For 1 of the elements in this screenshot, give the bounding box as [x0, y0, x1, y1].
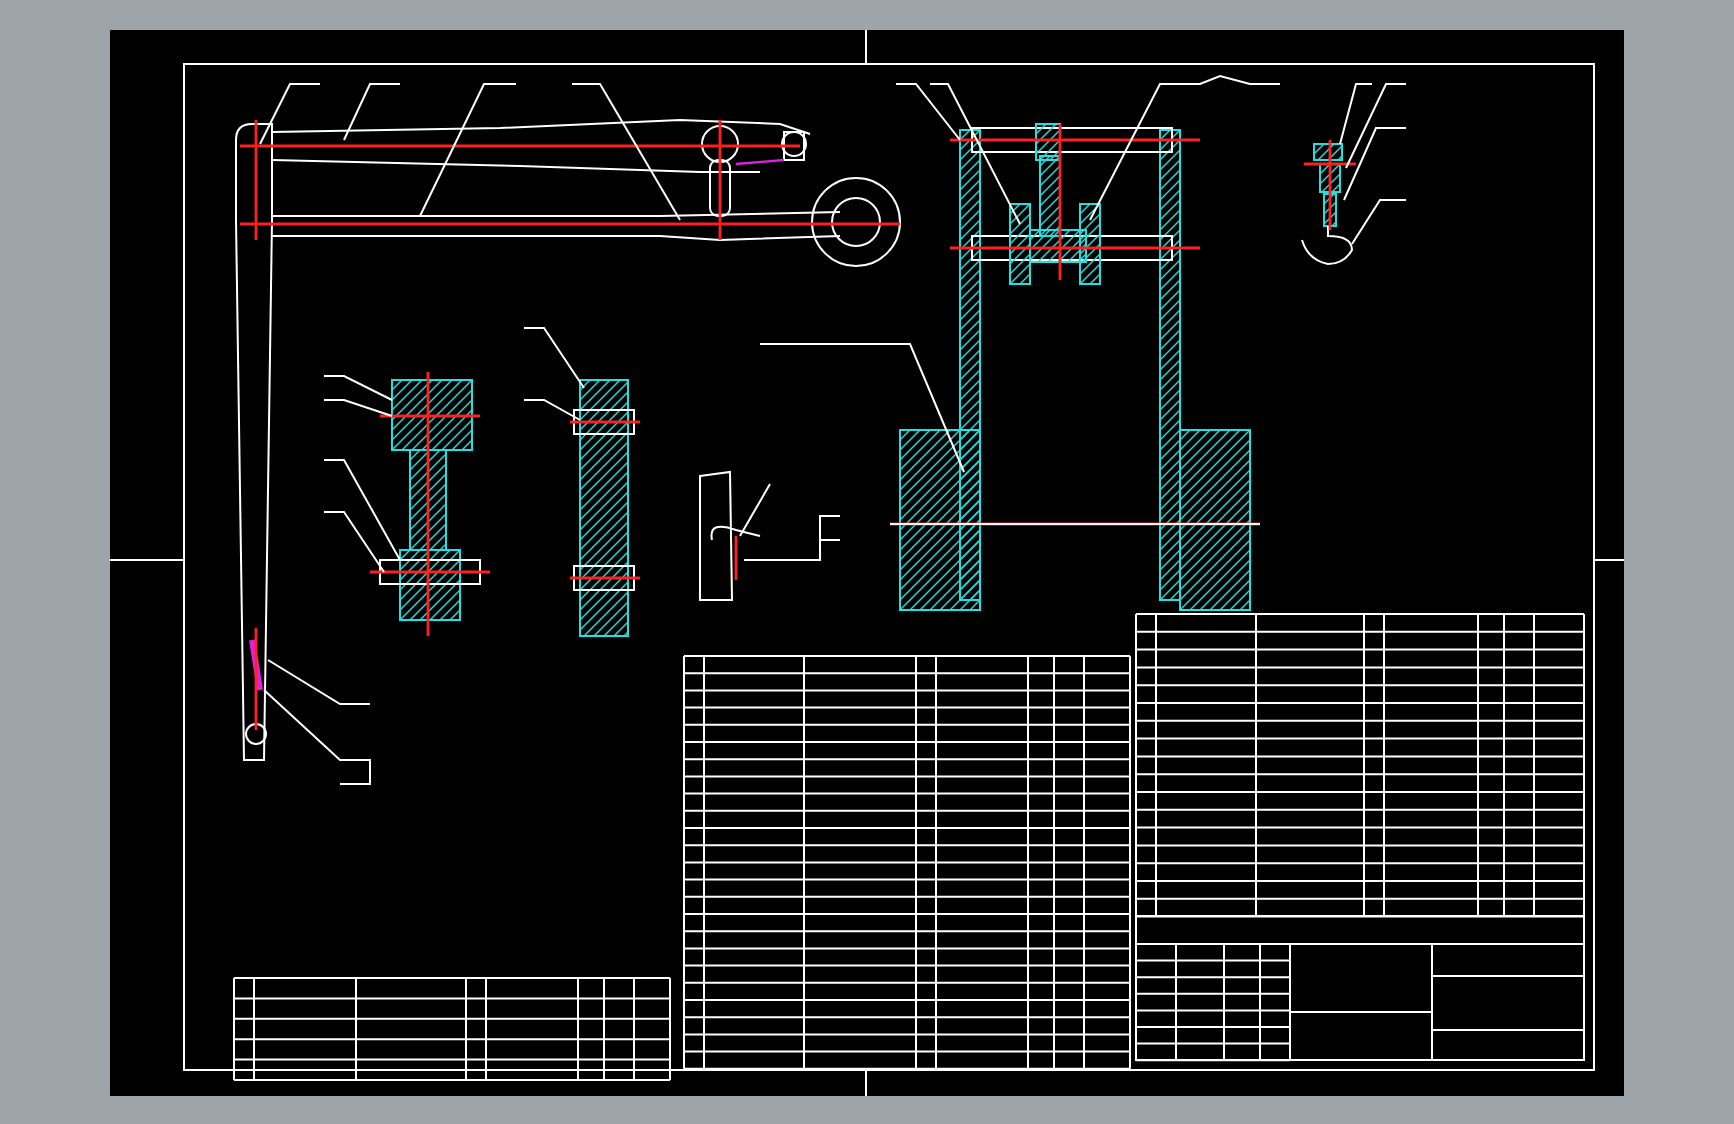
- clamp-drawing: [699, 471, 841, 601]
